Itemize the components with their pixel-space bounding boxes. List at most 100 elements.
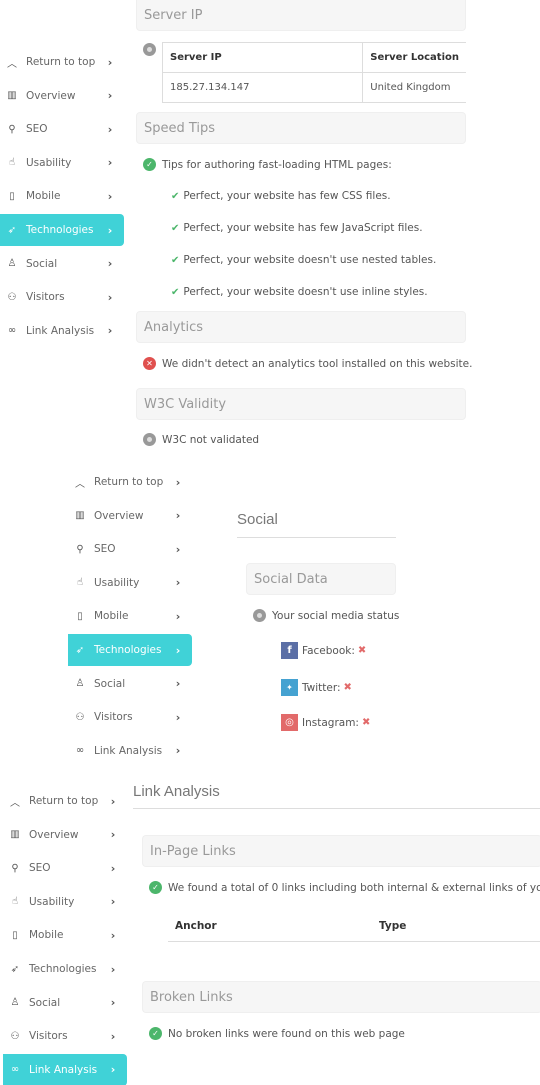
sidebar-item-link-analysis[interactable]: ∞ Link Analysis › — [68, 735, 192, 767]
analytics-message: ✕ We didn't detect an analytics tool ins… — [143, 357, 472, 370]
bar-chart-icon: ▥ — [10, 829, 20, 841]
info-icon — [253, 609, 266, 622]
in-page-links-header: In-Page Links — [142, 835, 540, 867]
sidebar-item-mobile[interactable]: ▯ Mobile › — [0, 180, 124, 212]
in-page-links-title: In-Page Links — [150, 843, 236, 859]
hand-pointer-icon: ☝ — [76, 577, 84, 589]
speed-tip-text: Perfect, your website doesn't use inline… — [183, 286, 428, 298]
broken-links-message-text: No broken links were found on this web p… — [168, 1027, 405, 1040]
sidebar-item-link-analysis[interactable]: ∞ Link Analysis › — [3, 1053, 127, 1085]
sidebar-item-label: Technologies — [26, 224, 94, 236]
chevron-right-icon: › — [175, 643, 181, 657]
twitter-label: Twitter: — [302, 681, 341, 694]
sidebar-item-label: Link Analysis — [94, 744, 163, 757]
info-icon — [143, 43, 156, 56]
sidebar-item-label: Visitors — [29, 1030, 68, 1043]
sidebar-item-mobile[interactable]: ▯ Mobile › — [68, 600, 192, 632]
chevron-right-icon: › — [175, 744, 181, 758]
sidebar-item-label: Mobile — [29, 929, 64, 942]
chevron-right-icon: › — [107, 189, 113, 203]
sidebar-item-technologies[interactable]: ➶ Technologies › — [68, 634, 192, 666]
sidebar-item-label: Return to top — [29, 795, 99, 807]
sidebar-item-label: Usability — [94, 576, 140, 589]
server-ip-header: Server IP — [136, 0, 466, 31]
chevron-right-icon: › — [175, 710, 181, 724]
chevron-right-icon: › — [110, 962, 116, 976]
sidebar-item-label: Overview — [26, 89, 76, 102]
col-server-location: Server Location — [362, 42, 466, 73]
speed-tips-header: Speed Tips — [136, 112, 466, 144]
chevron-right-icon: › — [110, 996, 116, 1010]
sidebar-item-usability[interactable]: ☝ Usability › — [0, 147, 124, 179]
col-anchor: Anchor — [175, 919, 217, 932]
chevron-right-icon: › — [107, 55, 113, 69]
thumbs-up-icon: ♙ — [7, 258, 17, 270]
in-page-links-message-text: We found a total of 0 links including bo… — [168, 881, 540, 894]
sidebar-item-technologies[interactable]: ➶ Technologies › — [0, 214, 124, 246]
chevron-right-icon: › — [107, 290, 113, 304]
col-server-ip: Server IP — [161, 42, 364, 73]
sidebar-item-visitors[interactable]: ⚇ Visitors › — [0, 281, 124, 313]
broken-links-header: Broken Links — [142, 981, 540, 1013]
sidebar-item-seo[interactable]: ⚲ SEO › — [68, 533, 192, 565]
sidebar-item-social[interactable]: ♙ Social › — [68, 668, 192, 700]
sidebar-item-return-to-top[interactable]: ︿ Return to top › — [0, 46, 124, 78]
rocket-icon: ➶ — [10, 963, 20, 975]
info-icon — [143, 433, 156, 446]
w3c-message-text: W3C not validated — [162, 433, 260, 446]
sidebar-item-label: Usability — [26, 156, 72, 169]
chevron-right-icon: › — [110, 794, 116, 808]
sidebar-item-social[interactable]: ♙ Social › — [0, 248, 124, 280]
sidebar-item-technologies[interactable]: ➶ Technologies › — [3, 953, 127, 985]
search-icon: ⚲ — [76, 543, 84, 555]
bar-chart-icon: ▥ — [75, 510, 85, 522]
sidebar-item-visitors[interactable]: ⚇ Visitors › — [68, 701, 192, 733]
chevron-up-icon: ︿ — [7, 58, 17, 70]
chevron-right-icon: › — [110, 1029, 116, 1043]
sidebar-item-seo[interactable]: ⚲ SEO › — [3, 852, 127, 884]
chevron-right-icon: › — [107, 122, 113, 136]
divider — [133, 808, 540, 809]
divider — [237, 537, 396, 538]
sidebar-item-mobile[interactable]: ▯ Mobile › — [3, 919, 127, 951]
mobile-icon: ▯ — [12, 929, 18, 941]
cross-icon: ✖ — [343, 682, 352, 693]
speed-tips-intro-text: Tips for authoring fast-loading HTML pag… — [162, 158, 392, 171]
speed-tip-item: ✔ Perfect, your website doesn't use neste… — [171, 254, 436, 266]
check-icon: ✔ — [171, 190, 180, 202]
sidebar-item-label: Social — [29, 996, 61, 1009]
sidebar-item-overview[interactable]: ▥ Overview › — [3, 819, 127, 851]
sidebar-item-seo[interactable]: ⚲ SEO › — [0, 113, 124, 145]
sidebar-item-label: SEO — [29, 862, 51, 875]
sidebar-item-label: Visitors — [94, 711, 133, 724]
analytics-header: Analytics — [136, 311, 466, 343]
sidebar-item-visitors[interactable]: ⚇ Visitors › — [3, 1020, 127, 1052]
sidebar-item-label: Technologies — [94, 644, 162, 656]
sidebar-item-label: Mobile — [94, 610, 129, 623]
twitter-icon: ✦ — [281, 679, 298, 696]
check-circle-icon: ✓ — [143, 158, 156, 171]
speed-tip-item: ✔ Perfect, your website doesn't use inlin… — [171, 286, 428, 298]
sidebar-item-social[interactable]: ♙ Social › — [3, 987, 127, 1019]
sidebar-item-return-to-top[interactable]: ︿ Return to top › — [3, 785, 127, 817]
facebook-icon: f — [281, 642, 298, 659]
chevron-right-icon: › — [107, 223, 113, 237]
search-icon: ⚲ — [11, 862, 19, 874]
instagram-label: Instagram: — [302, 716, 359, 729]
chevron-right-icon: › — [107, 324, 113, 338]
sidebar-item-overview[interactable]: ▥ Overview › — [0, 80, 124, 112]
social-network-twitter: ✦ Twitter: ✖ — [281, 679, 352, 696]
social-section-title: Social — [237, 511, 278, 528]
sidebar-item-return-to-top[interactable]: ︿ Return to top › — [68, 466, 192, 498]
sidebar-item-link-analysis[interactable]: ∞ Link Analysis › — [0, 315, 124, 347]
instagram-icon: ◎ — [281, 714, 298, 731]
social-status-text: Your social media status — [272, 609, 400, 622]
speed-tips-title: Speed Tips — [144, 120, 216, 136]
link-icon: ∞ — [75, 745, 85, 757]
sidebar-item-overview[interactable]: ▥ Overview › — [68, 500, 192, 532]
social-network-facebook: f Facebook: ✖ — [281, 642, 366, 659]
social-data-header: Social Data — [246, 563, 396, 595]
sidebar-item-usability[interactable]: ☝ Usability › — [3, 886, 127, 918]
sidebar-item-usability[interactable]: ☝ Usability › — [68, 567, 192, 599]
sidebar-item-label: Technologies — [29, 963, 97, 975]
